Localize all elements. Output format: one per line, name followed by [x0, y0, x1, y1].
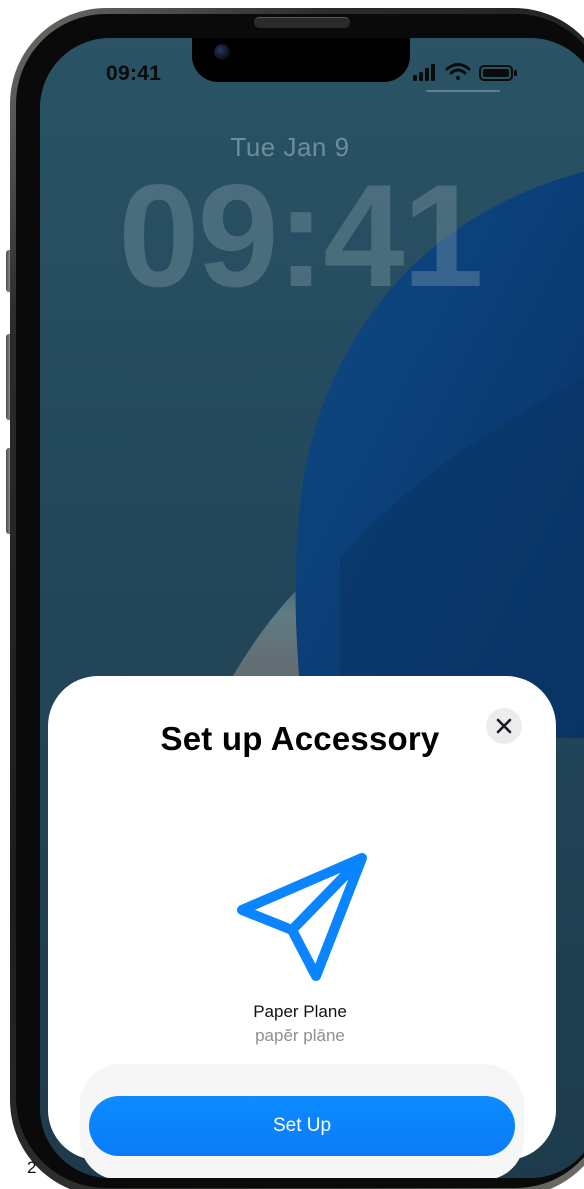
status-bar-indicator — [426, 90, 500, 92]
cellular-signal-icon — [413, 64, 435, 81]
front-camera — [214, 44, 230, 60]
accessory-setup-sheet: Set up Accessory Paper Plane papĕr plāne… — [48, 676, 556, 1178]
close-icon — [496, 718, 512, 734]
status-bar-time: 09:41 — [106, 62, 162, 85]
wifi-icon — [445, 63, 471, 80]
screenshot-canvas: 09:41 Tue Jan 9 09:41 Set up Accessory P… — [0, 0, 584, 1189]
lock-screen-clock: 09:41 — [118, 154, 483, 317]
status-bar-icons — [413, 63, 517, 81]
earpiece-speaker — [254, 17, 350, 28]
paper-plane-icon — [237, 853, 367, 981]
battery-icon — [479, 65, 517, 81]
accessory-pronunciation: papĕr plāne — [255, 1026, 345, 1045]
set-up-button[interactable]: Set Up — [89, 1096, 515, 1156]
page-number: 2 — [27, 1158, 37, 1177]
phone-screen: 09:41 Tue Jan 9 09:41 Set up Accessory P… — [40, 38, 584, 1178]
accessory-name: Paper Plane — [253, 1002, 347, 1021]
close-button[interactable] — [486, 708, 522, 744]
sheet-title: Set up Accessory — [160, 720, 440, 757]
